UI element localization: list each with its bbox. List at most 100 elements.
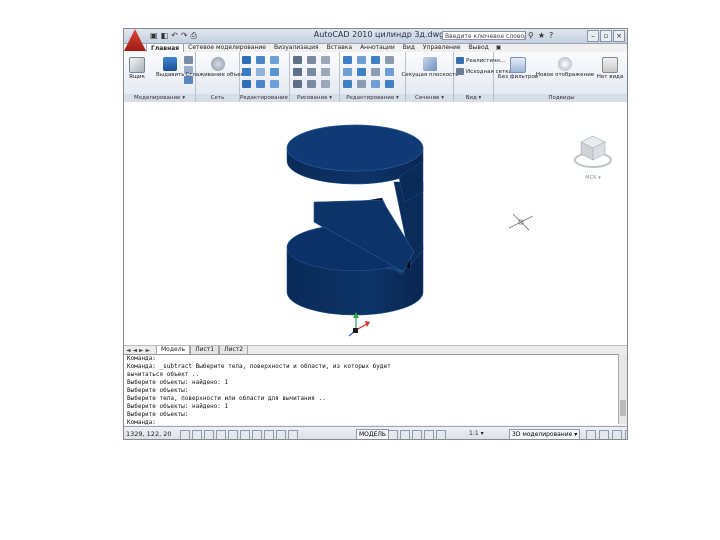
copy-icon[interactable]: [371, 56, 380, 64]
layout-icon[interactable]: [388, 430, 398, 439]
open-icon[interactable]: ◧: [161, 31, 169, 41]
osnap-toggle-icon[interactable]: [228, 430, 238, 439]
erase-icon[interactable]: [385, 80, 394, 88]
smooth-object-button[interactable]: Сглаживание объекта: [186, 57, 251, 78]
spline-icon[interactable]: [307, 80, 316, 88]
subtract-icon[interactable]: [256, 56, 265, 64]
drawing-viewport[interactable]: МСК ▾: [124, 102, 627, 345]
print-icon[interactable]: ⎙: [191, 31, 197, 41]
tab-render[interactable]: Визуализация: [270, 43, 323, 52]
snap-toggle-icon[interactable]: [180, 430, 190, 439]
zoom-icon[interactable]: [412, 430, 422, 439]
hatch-icon[interactable]: [293, 80, 302, 88]
fillet-icon[interactable]: [371, 68, 380, 76]
tab-output[interactable]: Вывод: [465, 43, 493, 52]
no-filter-button[interactable]: Без фильтров: [498, 57, 538, 80]
window-controls: – ▫ ×: [587, 30, 625, 42]
maximize-button[interactable]: ▫: [600, 30, 612, 42]
section-plane-button[interactable]: Секущая плоскость: [401, 57, 459, 78]
shell-icon[interactable]: [242, 80, 251, 88]
panel-label-draw[interactable]: Рисование ▾: [290, 94, 339, 102]
command-scrollbar[interactable]: [618, 354, 627, 424]
title-tools: ⚲ ★ ?: [528, 30, 553, 41]
panel-label-modify[interactable]: Редактирование ▾: [340, 94, 405, 102]
binoculars-icon[interactable]: ⚲: [528, 30, 534, 41]
offset-icon[interactable]: [343, 80, 352, 88]
ribbon-minimize-icon[interactable]: ▣: [493, 43, 505, 52]
panel-mesh: Сглаживание объекта Сеть: [186, 52, 251, 102]
separate-icon[interactable]: [256, 80, 265, 88]
clean-screen-icon[interactable]: [625, 430, 627, 439]
otrack-toggle-icon[interactable]: [252, 430, 262, 439]
search-input[interactable]: Введите ключевое слово/фразу: [442, 31, 526, 40]
union-icon[interactable]: [242, 56, 251, 64]
tab-view[interactable]: Вид: [399, 43, 419, 52]
panel-label-solid-editing[interactable]: Редактирование ▾: [240, 94, 289, 102]
redo-icon[interactable]: ↷: [181, 31, 188, 41]
circle-icon[interactable]: [293, 68, 302, 76]
model-space-button[interactable]: МОДЕЛЬ: [356, 429, 390, 439]
viewport-button[interactable]: Нет вида: [594, 57, 626, 80]
trim-icon[interactable]: [357, 80, 366, 88]
panel-label-view[interactable]: Вид ▾: [454, 94, 493, 102]
ucs-dropdown[interactable]: МСК ▾: [571, 175, 615, 181]
autocad-window: ▣ ◧ ↶ ↷ ⎙ AutoCAD 2010 цилиндр 3д.dwg Вв…: [123, 28, 628, 440]
navigation-tools: [388, 430, 446, 439]
clean-icon[interactable]: [270, 80, 279, 88]
panel-label-modeling[interactable]: Моделирование ▾: [124, 94, 195, 102]
region-icon[interactable]: [321, 80, 330, 88]
move-icon[interactable]: [343, 56, 352, 64]
tab-manage[interactable]: Управление: [419, 43, 465, 52]
annotation-scale[interactable]: 1:1 ▾: [469, 427, 484, 439]
undo-icon[interactable]: ↶: [171, 31, 178, 41]
pan-icon[interactable]: [400, 430, 410, 439]
array-icon[interactable]: [357, 68, 366, 76]
polar-toggle-icon[interactable]: [216, 430, 226, 439]
ortho-toggle-icon[interactable]: [204, 430, 214, 439]
polyline-icon[interactable]: [307, 56, 316, 64]
rotate-icon[interactable]: [357, 56, 366, 64]
tab-insert[interactable]: Вставка: [323, 43, 356, 52]
dyn-toggle-icon[interactable]: [276, 430, 286, 439]
extrude-button[interactable]: Выдавить: [156, 57, 185, 78]
scrollbar-thumb[interactable]: [620, 400, 626, 416]
line-icon[interactable]: [293, 56, 302, 64]
ducs-toggle-icon[interactable]: [264, 430, 274, 439]
minimize-button[interactable]: –: [587, 30, 599, 42]
new-display-button[interactable]: Новое отображение: [536, 57, 594, 78]
interfere-icon[interactable]: [256, 68, 265, 76]
favorites-icon[interactable]: ★: [538, 30, 545, 41]
lock-icon[interactable]: [586, 430, 596, 439]
showmotion-icon[interactable]: [436, 430, 446, 439]
title-bar: ▣ ◧ ↶ ↷ ⎙ AutoCAD 2010 цилиндр 3д.dwg Вв…: [124, 29, 627, 44]
chamfer-icon[interactable]: [385, 68, 394, 76]
command-line[interactable]: Команда: Команда: _subtract Выберите тел…: [124, 354, 620, 426]
rectangle-icon[interactable]: [307, 68, 316, 76]
isolate-icon[interactable]: [612, 430, 622, 439]
hardware-icon[interactable]: [599, 430, 609, 439]
imprint-icon[interactable]: [270, 68, 279, 76]
workspace-switch[interactable]: 3D моделирование ▾: [509, 429, 581, 439]
lineweight-toggle-icon[interactable]: [288, 430, 298, 439]
intersect-icon[interactable]: [270, 56, 279, 64]
arc-icon[interactable]: [321, 56, 330, 64]
panel-label-section[interactable]: Сечение ▾: [406, 94, 453, 102]
save-icon[interactable]: ▣: [150, 31, 158, 41]
tab-mesh-modeling[interactable]: Сетевое моделирование: [184, 43, 270, 52]
help-icon[interactable]: ?: [549, 30, 553, 41]
tab-home[interactable]: Главная: [146, 43, 185, 52]
close-button[interactable]: ×: [613, 30, 625, 42]
tab-annotate[interactable]: Аннотации: [356, 43, 399, 52]
ellipse-icon[interactable]: [321, 68, 330, 76]
grid-toggle-icon[interactable]: [192, 430, 202, 439]
viewcube-icon[interactable]: [571, 130, 615, 170]
3d-osnap-toggle-icon[interactable]: [240, 430, 250, 439]
align-icon[interactable]: [343, 68, 352, 76]
slice-icon[interactable]: [242, 68, 251, 76]
steering-wheel-icon[interactable]: [424, 430, 434, 439]
revolve-icon[interactable]: [184, 56, 193, 64]
viewcube[interactable]: МСК ▾: [571, 130, 615, 181]
mirror-icon[interactable]: [385, 56, 394, 64]
box-button[interactable]: Ящик: [129, 57, 145, 80]
extend-icon[interactable]: [371, 80, 380, 88]
